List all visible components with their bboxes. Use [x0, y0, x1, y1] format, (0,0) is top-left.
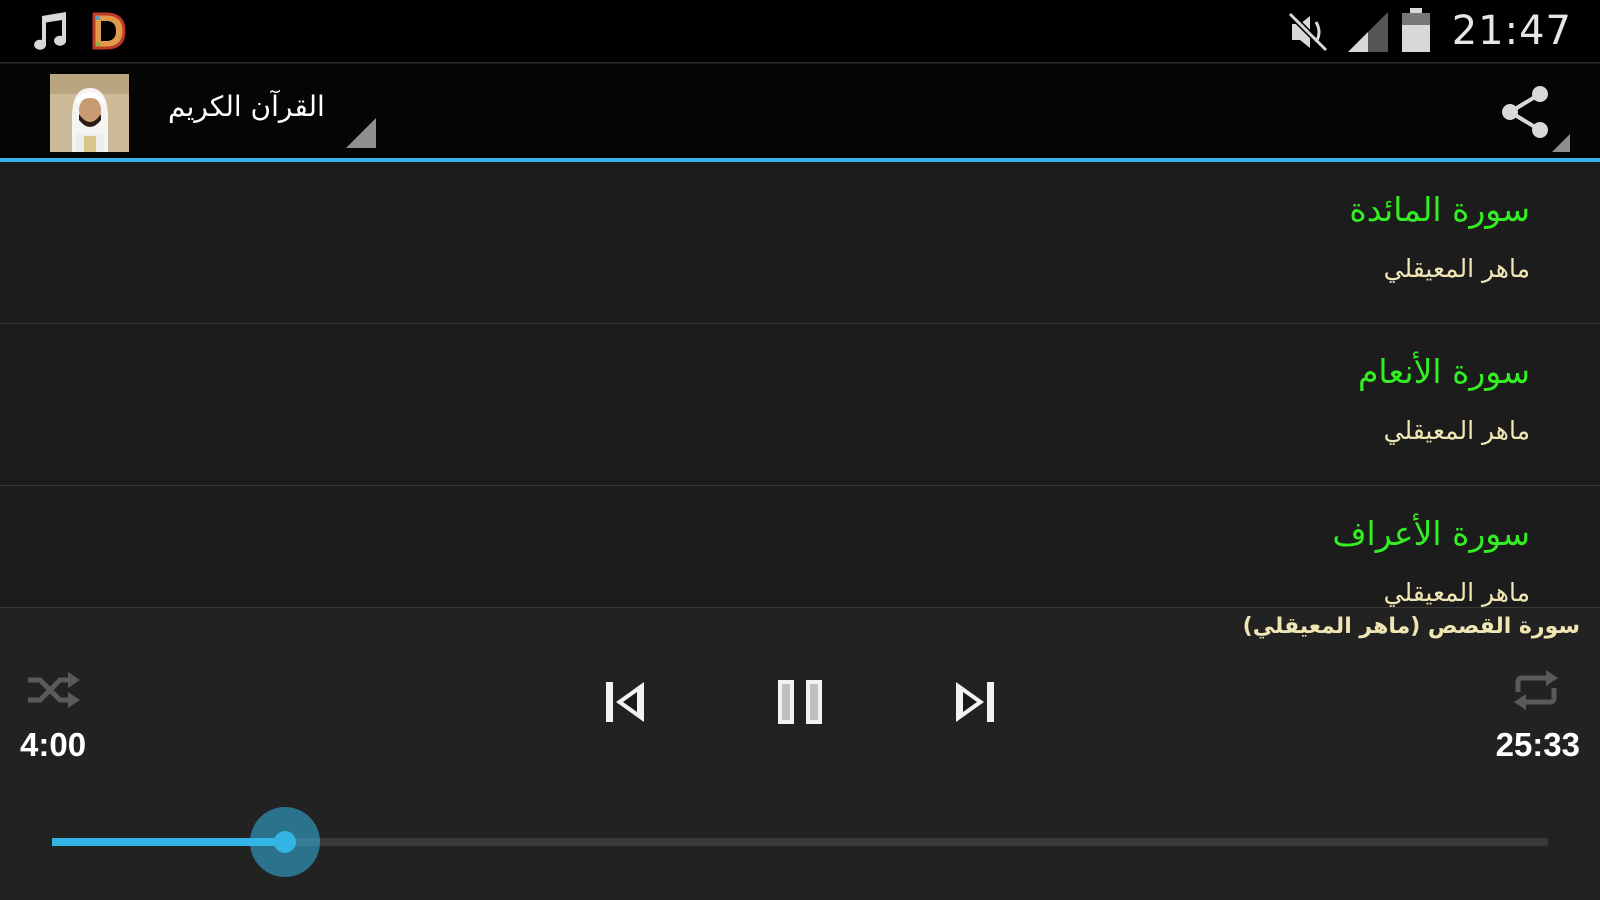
reciter-name: ماهر المعيقلي — [1383, 578, 1530, 607]
spinner-indicator — [346, 118, 376, 148]
pause-icon[interactable] — [774, 676, 826, 728]
seek-thumb[interactable] — [250, 807, 320, 877]
battery-icon — [1402, 8, 1430, 52]
music-note-icon — [34, 12, 67, 50]
previous-icon[interactable] — [604, 678, 648, 726]
total-duration: 25:33 — [1495, 726, 1580, 763]
now-playing-label: سورة القصص (ماهر المعيقلي) — [1242, 614, 1580, 639]
repeat-icon[interactable] — [1510, 668, 1562, 712]
muted-icon — [1287, 11, 1329, 53]
screen: 21:47 القرآن الكريم سورة المائدة ماهر ال… — [0, 0, 1600, 900]
elapsed-time: 4:00 — [20, 726, 87, 763]
app-d-icon — [92, 12, 126, 50]
list-item[interactable]: سورة الأعراف ماهر المعيقلي — [0, 486, 1600, 608]
share-icon[interactable] — [1496, 82, 1556, 142]
reciter-portrait-image — [50, 74, 129, 152]
reciter-avatar[interactable] — [50, 74, 129, 152]
list-item[interactable]: سورة المائدة ماهر المعيقلي — [0, 162, 1600, 324]
status-bar: 21:47 — [0, 0, 1600, 63]
seek-thumb-dot — [274, 831, 296, 853]
surah-list[interactable]: سورة المائدة ماهر المعيقلي سورة الأنعام … — [0, 162, 1600, 608]
shuffle-icon[interactable] — [26, 668, 82, 712]
share-overflow-indicator — [1552, 134, 1570, 152]
list-item[interactable]: سورة الأنعام ماهر المعيقلي — [0, 324, 1600, 486]
signal-icon — [1348, 12, 1388, 52]
app-title[interactable]: القرآن الكريم — [168, 90, 325, 123]
clock: 21:47 — [1451, 8, 1572, 54]
surah-title: سورة الأنعام — [1358, 352, 1530, 391]
surah-title: سورة المائدة — [1349, 190, 1530, 229]
next-icon[interactable] — [952, 678, 996, 726]
reciter-name: ماهر المعيقلي — [1383, 416, 1530, 445]
seek-bar[interactable] — [52, 807, 1548, 877]
surah-title: سورة الأعراف — [1332, 514, 1530, 553]
action-bar: القرآن الكريم — [0, 64, 1600, 162]
reciter-name: ماهر المعيقلي — [1383, 254, 1530, 283]
audio-player: سورة القصص (ماهر المعيقلي) 4:00 25:33 — [0, 607, 1600, 900]
